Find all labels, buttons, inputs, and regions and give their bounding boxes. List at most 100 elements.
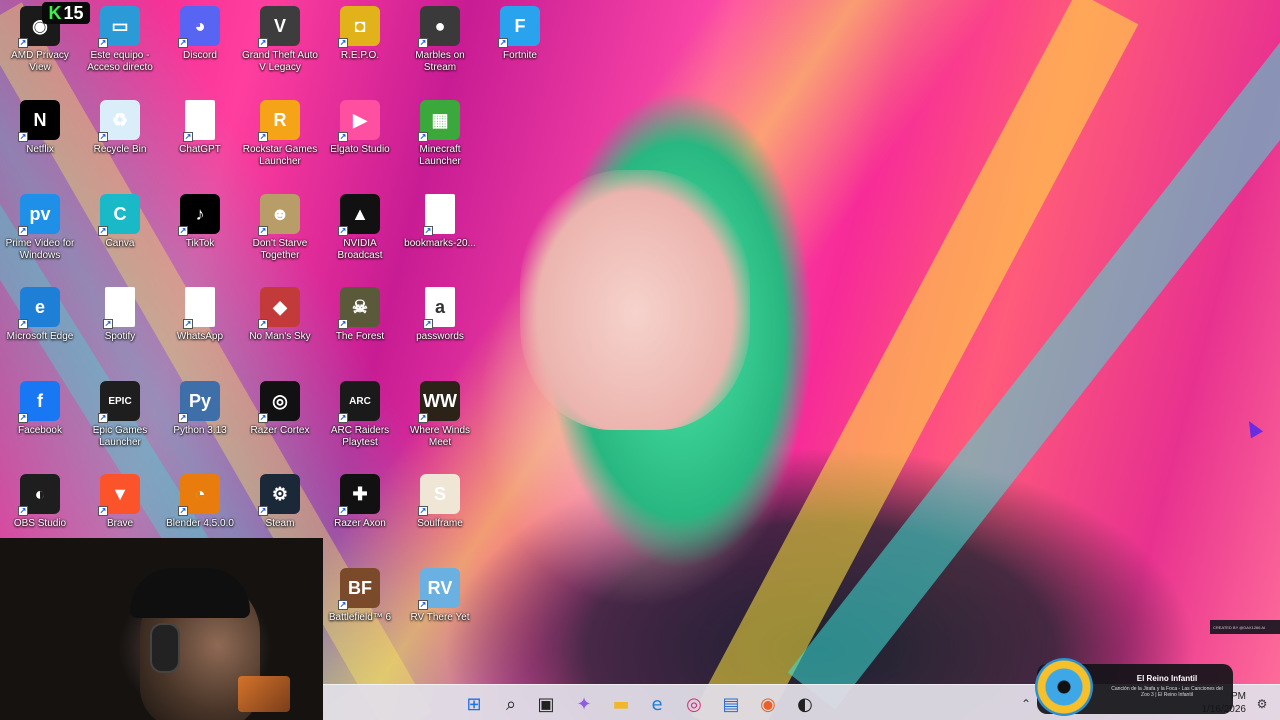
desktop-icon-rv-there-yet[interactable]: RV ↗ RV There Yet	[400, 566, 480, 654]
notification-icon[interactable]: ⚙	[1251, 693, 1273, 715]
desktop-icon-where-winds-meet[interactable]: WW ↗ Where Winds Meet	[400, 379, 480, 467]
desktop-icon-soulframe[interactable]: S ↗ Soulframe	[400, 472, 480, 560]
passwords-file-icon: a ↗	[423, 287, 455, 329]
desktop-icon-arc-raiders[interactable]: ARC ↗ ARC Raiders Playtest	[320, 379, 400, 467]
media-subtitle: Canción de la Jirafa y la Foca - Las Can…	[1111, 686, 1223, 698]
shortcut-arrow-icon: ↗	[258, 506, 268, 516]
desktop-icon-label: Steam	[265, 518, 295, 529]
desktop-icon-no-mans-sky[interactable]: ◆ ↗ No Man's Sky	[240, 285, 320, 373]
desktop-icon-the-forest[interactable]: ☠ ↗ The Forest	[320, 285, 400, 373]
shortcut-arrow-icon: ↗	[338, 132, 348, 142]
badge-number: 15	[63, 2, 84, 23]
obs-taskbar-button[interactable]: ◐	[794, 693, 816, 715]
shortcut-arrow-icon: ↗	[18, 226, 28, 236]
shortcut-arrow-icon: ↗	[18, 413, 28, 423]
desktop-icon-prime-video[interactable]: pv ↗ Prime Video for Windows	[0, 192, 80, 280]
task-view-button[interactable]: ▣	[535, 693, 557, 715]
firefox-button[interactable]: ◉	[757, 693, 779, 715]
webcam-cap	[130, 568, 250, 618]
spotify-file-icon: ↗	[103, 287, 135, 329]
battlefield-icon: BF ↗	[338, 568, 380, 610]
chevron-up-icon[interactable]: ⌃	[1015, 693, 1037, 715]
shortcut-arrow-icon: ↗	[178, 506, 188, 516]
search-button[interactable]: ⌕	[500, 693, 522, 715]
the-forest-icon: ☠ ↗	[338, 287, 380, 329]
desktop-icon-label: Prime Video for Windows	[5, 238, 75, 261]
media-now-playing[interactable]: El Reino Infantil Canción de la Jirafa y…	[1035, 658, 1233, 716]
file-explorer-button[interactable]: ▬	[610, 693, 632, 715]
desktop-icon-battlefield[interactable]: BF ↗ Battlefield™ 6	[320, 566, 400, 654]
desktop-icon-label: Recycle Bin	[93, 144, 147, 155]
desktop-icon-bookmarks-file[interactable]: ↗ bookmarks-20...	[400, 192, 480, 280]
shortcut-arrow-icon: ↗	[178, 413, 188, 423]
desktop-icon-canva[interactable]: C ↗ Canva	[80, 192, 160, 280]
desktop-icon-elgato[interactable]: ▶ ↗ Elgato Studio	[320, 98, 400, 186]
desktop-icon-label: Spotify	[104, 331, 136, 342]
soulframe-icon: S ↗	[418, 474, 460, 516]
desktop-icon-epic-games[interactable]: EPIC ↗ Epic Games Launcher	[80, 379, 160, 467]
steam-icon: ⚙ ↗	[258, 474, 300, 516]
desktop-icon-label: Epic Games Launcher	[92, 425, 148, 448]
instagram-button[interactable]: ◎	[683, 693, 705, 715]
desktop-icon-edge[interactable]: e ↗ Microsoft Edge	[0, 285, 80, 373]
shortcut-arrow-icon: ↗	[338, 413, 348, 423]
wallpaper-stripe	[691, 0, 1139, 720]
instagram-icon: ◎	[686, 693, 702, 715]
desktop-icon-dont-starve[interactable]: ☻ ↗ Don't Starve Together	[240, 192, 320, 280]
desktop-icon-recycle-bin[interactable]: ♻ ↗ Recycle Bin	[80, 98, 160, 186]
desktop-icon-minecraft[interactable]: ▦ ↗ Minecraft Launcher	[400, 98, 480, 186]
obs-icon: ◐	[797, 693, 813, 715]
shortcut-arrow-icon: ↗	[258, 38, 268, 48]
tiktok-icon: ♪ ↗	[178, 194, 220, 236]
shortcut-arrow-icon: ↗	[18, 132, 28, 142]
gta-v-icon: V ↗	[258, 6, 300, 48]
desktop-icon-razer-cortex[interactable]: ◎ ↗ Razer Cortex	[240, 379, 320, 467]
desktop-icon-label: Razer Cortex	[250, 425, 310, 436]
windows-icon: ⊞	[466, 693, 482, 715]
shortcut-arrow-icon: ↗	[498, 38, 508, 48]
shortcut-arrow-icon: ↗	[258, 413, 268, 423]
desktop-icon-tiktok[interactable]: ♪ ↗ TikTok	[160, 192, 240, 280]
desktop-icon-whatsapp-file[interactable]: ↗ WhatsApp	[160, 285, 240, 373]
edge-icon: e ↗	[18, 287, 60, 329]
wallpaper-credit: CREATED BY @DAX1266 AI	[1210, 620, 1280, 634]
desktop-icon-rockstar[interactable]: R ↗ Rockstar Games Launcher	[240, 98, 320, 186]
shortcut-arrow-icon: ↗	[98, 506, 108, 516]
desktop-icon-facebook[interactable]: f ↗ Facebook	[0, 379, 80, 467]
desktop-icon-repo[interactable]: ◘ ↗ R.E.P.O.	[320, 4, 400, 92]
desktop-icon-label: NVIDIA Broadcast	[337, 238, 383, 261]
desktop-icon-gta-v[interactable]: V ↗ Grand Theft Auto V Legacy	[240, 4, 320, 92]
nvidia-broadcast-icon: ▲ ↗	[338, 194, 380, 236]
shortcut-arrow-icon: ↗	[338, 38, 348, 48]
desktop-icon-label: Discord	[183, 50, 217, 61]
store-icon: ▤	[722, 693, 740, 715]
desktop-icon-fortnite[interactable]: F ↗ Fortnite	[480, 4, 560, 92]
start-button[interactable]: ⊞	[463, 693, 485, 715]
shortcut-arrow-icon: ↗	[338, 506, 348, 516]
edge-taskbar-button[interactable]: e	[646, 693, 668, 715]
desktop-icon-label: Elgato Studio	[330, 144, 390, 155]
store-button[interactable]: ▤	[720, 693, 742, 715]
desktop-icon-label: WhatsApp	[176, 331, 224, 342]
shortcut-arrow-icon: ↗	[103, 319, 113, 329]
desktop-icon-computer[interactable]: ▭ ↗ Este equipo - Acceso directo	[80, 4, 160, 92]
desktop-icon-nvidia-broadcast[interactable]: ▲ ↗ NVIDIA Broadcast	[320, 192, 400, 280]
desktop-icon-netflix[interactable]: N ↗ Netflix	[0, 98, 80, 186]
desktop-icon-label: Blender 4.5.0.0	[166, 518, 234, 529]
desktop-icon-label: Marbles on Stream	[415, 50, 465, 73]
desktop-icon-spotify-file[interactable]: ↗ Spotify	[80, 285, 160, 373]
desktop-icon-chatgpt-file[interactable]: ↗ ChatGPT	[160, 98, 240, 186]
desktop-icon-marbles[interactable]: ● ↗ Marbles on Stream	[400, 4, 480, 92]
obs-icon: ◐ ↗	[18, 474, 60, 516]
bookmarks-file-icon: ↗	[423, 194, 455, 236]
shortcut-arrow-icon: ↗	[423, 319, 433, 329]
media-album-icon	[1035, 658, 1093, 716]
desktop-icon-passwords-file[interactable]: a ↗ passwords	[400, 285, 480, 373]
copilot-button[interactable]: ✦	[573, 693, 595, 715]
desktop-icon-python[interactable]: Py ↗ Python 3.13	[160, 379, 240, 467]
desktop-icon-discord[interactable]: ◕ ↗ Discord	[160, 4, 240, 92]
chatgpt-file-icon: ↗	[183, 100, 215, 142]
desktop-icon-label: Soulframe	[417, 518, 463, 529]
desktop-icon-razer-axon[interactable]: ✚ ↗ Razer Axon	[320, 472, 400, 560]
shortcut-arrow-icon: ↗	[183, 319, 193, 329]
